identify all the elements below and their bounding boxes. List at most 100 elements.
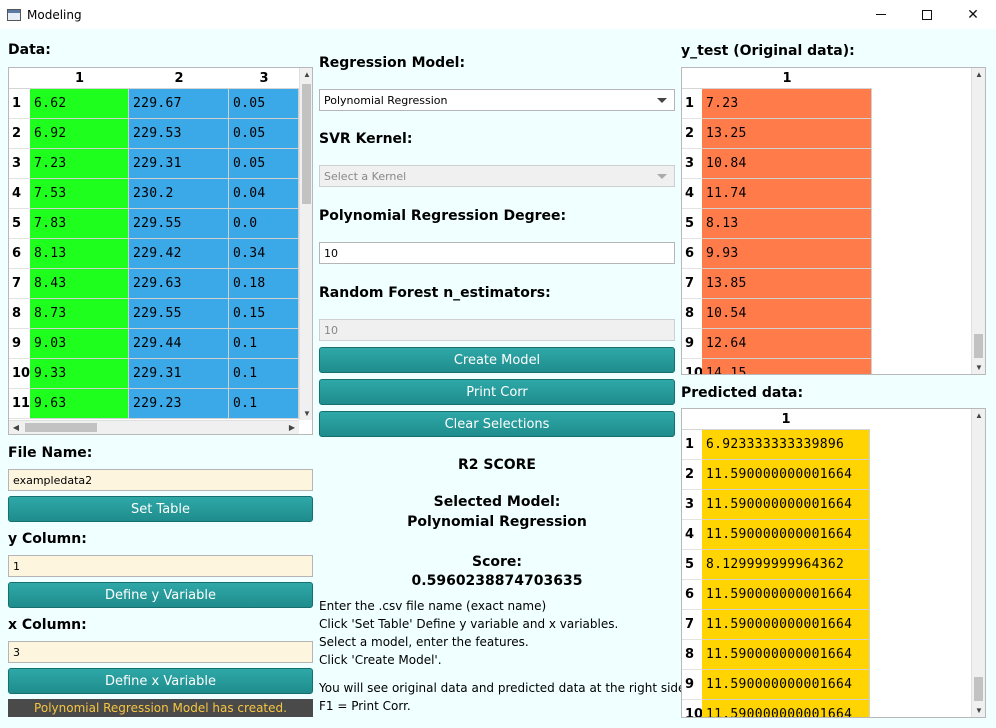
scroll-up-arrow-icon[interactable]: ▲	[972, 70, 985, 79]
scrollbar-thumb[interactable]	[974, 677, 983, 701]
vertical-scrollbar[interactable]: ▲ ▼	[299, 68, 312, 420]
table-cell[interactable]: 230.2	[129, 179, 229, 209]
table-cell[interactable]: 6.62	[30, 89, 129, 119]
table-cell[interactable]: 11.590000000001664	[702, 640, 870, 670]
table-cell[interactable]: 11.590000000001664	[702, 490, 870, 520]
table-cell[interactable]: 0.05	[229, 119, 299, 149]
table-cell[interactable]: 6.92	[30, 119, 129, 149]
scroll-down-arrow-icon[interactable]: ▼	[300, 409, 312, 418]
clear-selections-button[interactable]: Clear Selections	[319, 411, 675, 437]
table-cell[interactable]: 229.55	[129, 209, 229, 239]
table-cell[interactable]: 9.63	[30, 389, 129, 419]
svr-kernel-select[interactable]: Select a Kernel	[319, 165, 675, 187]
scroll-right-arrow-icon[interactable]: ▶	[285, 423, 299, 432]
table-cell[interactable]: 229.31	[129, 149, 229, 179]
ytest-table[interactable]: 1 1 7.23 2 13.25 3 10.84 4 11.74 5 8.13 6 9.93 7 13.8…	[681, 67, 986, 375]
table-cell[interactable]: 7.23	[702, 89, 872, 119]
table-cell[interactable]: 0.1	[229, 329, 299, 359]
table-cell[interactable]: 0.0	[229, 209, 299, 239]
row-number[interactable]: 7	[682, 610, 702, 640]
table-cell[interactable]: 7.53	[30, 179, 129, 209]
table-cell[interactable]: 11.590000000001664	[702, 520, 870, 550]
row-number[interactable]: 7	[682, 269, 702, 299]
scroll-up-arrow-icon[interactable]: ▲	[300, 70, 312, 79]
column-header[interactable]: 1	[30, 68, 129, 89]
row-number[interactable]: 8	[9, 299, 30, 329]
row-number[interactable]: 3	[9, 149, 30, 179]
column-header[interactable]: 1	[702, 68, 872, 89]
row-number[interactable]: 8	[682, 640, 702, 670]
column-header[interactable]: 2	[129, 68, 229, 89]
table-cell[interactable]: 13.25	[702, 119, 872, 149]
table-cell[interactable]: 10.54	[702, 299, 872, 329]
table-cell[interactable]: 229.44	[129, 329, 229, 359]
table-cell[interactable]: 229.31	[129, 359, 229, 389]
horizontal-scrollbar[interactable]: ◀ ▶	[9, 420, 299, 434]
scroll-down-arrow-icon[interactable]: ▼	[972, 363, 985, 372]
row-number[interactable]: 6	[682, 239, 702, 269]
table-cell[interactable]: 9.03	[30, 329, 129, 359]
row-number[interactable]: 4	[682, 520, 702, 550]
row-number[interactable]: 1	[682, 89, 702, 119]
table-cell[interactable]: 0.18	[229, 269, 299, 299]
row-number[interactable]: 9	[9, 329, 30, 359]
row-number[interactable]: 11	[9, 389, 30, 419]
row-number[interactable]: 1	[9, 89, 30, 119]
table-cell[interactable]: 10.84	[702, 149, 872, 179]
row-number[interactable]: 7	[9, 269, 30, 299]
table-cell[interactable]: 11.590000000001664	[702, 670, 870, 700]
file-name-input[interactable]: exampledata2	[8, 469, 313, 491]
set-table-button[interactable]: Set Table	[8, 496, 313, 522]
table-cell[interactable]: 8.73	[30, 299, 129, 329]
table-cell[interactable]: 12.64	[702, 329, 872, 359]
table-cell[interactable]: 13.85	[702, 269, 872, 299]
row-number[interactable]: 6	[9, 239, 30, 269]
table-cell[interactable]: 0.05	[229, 149, 299, 179]
table-cell[interactable]: 11.590000000001664	[702, 580, 870, 610]
minimize-button[interactable]	[858, 0, 904, 29]
scroll-up-arrow-icon[interactable]: ▲	[972, 411, 985, 420]
table-cell[interactable]: 0.15	[229, 299, 299, 329]
create-model-button[interactable]: Create Model	[319, 347, 675, 373]
define-y-button[interactable]: Define y Variable	[8, 582, 313, 608]
scrollbar-thumb[interactable]	[25, 423, 97, 432]
print-corr-button[interactable]: Print Corr	[319, 379, 675, 405]
table-cell[interactable]: 229.23	[129, 389, 229, 419]
row-number[interactable]: 4	[682, 179, 702, 209]
vertical-scrollbar[interactable]: ▲ ▼	[971, 409, 985, 717]
table-cell[interactable]: 8.43	[30, 269, 129, 299]
rf-estimators-input[interactable]: 10	[319, 319, 675, 341]
table-cell[interactable]: 229.55	[129, 299, 229, 329]
row-number[interactable]: 10	[682, 359, 703, 374]
table-cell[interactable]: 0.34	[229, 239, 299, 269]
predicted-table[interactable]: 1 1 6.923333333339896 2 11.590000000001664 3…	[681, 408, 986, 718]
table-cell[interactable]: 229.67	[129, 89, 229, 119]
column-header[interactable]: 1	[702, 409, 870, 430]
table-cell[interactable]: 11.590000000001664	[702, 460, 870, 490]
row-number[interactable]: 3	[682, 490, 702, 520]
table-cell[interactable]: 8.13	[702, 209, 872, 239]
table-cell[interactable]: 229.53	[129, 119, 229, 149]
row-number[interactable]: 3	[682, 149, 702, 179]
table-cell[interactable]: 0.1	[229, 389, 299, 419]
scrollbar-thumb[interactable]	[974, 334, 983, 358]
data-table[interactable]: 1 2 3 1 6.62 229.67 0.05 2 6.92 229.53 0.05 3 7.2…	[8, 67, 313, 435]
table-cell[interactable]: 8.129999999964362	[702, 550, 870, 580]
table-cell[interactable]: 9.93	[702, 239, 872, 269]
table-cell[interactable]: 0.1	[229, 359, 299, 389]
row-number[interactable]: 8	[682, 299, 702, 329]
maximize-button[interactable]	[904, 0, 950, 29]
row-number[interactable]: 10	[9, 359, 30, 389]
scroll-down-arrow-icon[interactable]: ▼	[972, 706, 985, 715]
poly-degree-input[interactable]: 10	[319, 242, 675, 264]
row-number[interactable]: 1	[682, 430, 702, 460]
vertical-scrollbar[interactable]: ▲ ▼	[971, 68, 985, 374]
table-cell[interactable]: 229.63	[129, 269, 229, 299]
row-number[interactable]: 2	[682, 460, 702, 490]
close-button[interactable]: ✕	[950, 0, 996, 29]
table-cell[interactable]: 7.23	[30, 149, 129, 179]
row-number[interactable]: 2	[9, 119, 30, 149]
table-cell[interactable]: 14.15	[702, 359, 872, 374]
row-number[interactable]: 5	[682, 550, 702, 580]
table-cell[interactable]: 11.74	[702, 179, 872, 209]
